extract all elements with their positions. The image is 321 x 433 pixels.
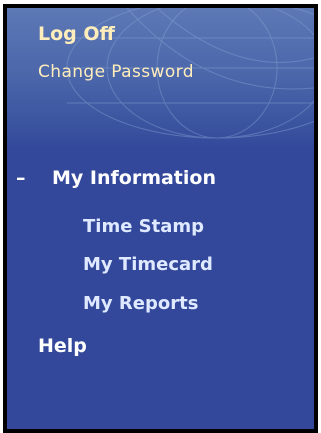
- time-stamp-link[interactable]: Time Stamp: [83, 216, 204, 237]
- my-information-label: My Information: [52, 167, 216, 189]
- collapse-toggle-icon[interactable]: –: [16, 167, 52, 189]
- navigation-panel: Log Off Change Password – My Information …: [3, 4, 318, 433]
- log-off-link[interactable]: Log Off: [38, 23, 115, 45]
- change-password-link[interactable]: Change Password: [38, 62, 194, 82]
- my-reports-link[interactable]: My Reports: [83, 293, 198, 314]
- my-timecard-link[interactable]: My Timecard: [83, 254, 213, 275]
- my-information-section-header[interactable]: – My Information: [16, 167, 216, 189]
- help-link[interactable]: Help: [38, 335, 87, 357]
